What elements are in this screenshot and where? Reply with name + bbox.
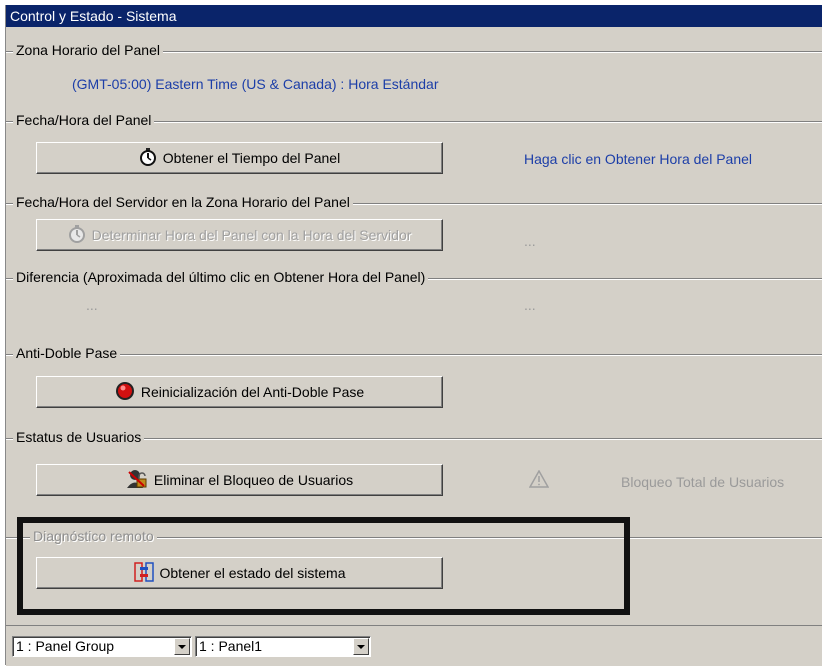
reset-anti-passback-label: Reinicialización del Anti-Doble Pase	[140, 384, 365, 400]
status-bar: 1 : Panel Group 1 : Panel1	[6, 625, 822, 666]
anti-passback-group-label: Anti-Doble Pase	[13, 345, 121, 361]
reset-anti-passback-button[interactable]: Reinicialización del Anti-Doble Pase	[36, 376, 443, 408]
server-time-value: ...	[524, 233, 536, 249]
panel-group-select[interactable]: 1 : Panel Group	[12, 636, 192, 657]
difference-group-label: Diferencia (Aproximada del último clic e…	[13, 269, 429, 285]
remote-diag-label-text: Diagnóstico remoto	[33, 528, 154, 544]
user-status-group-label: Estatus de Usuarios	[13, 429, 145, 445]
control-status-window: Control y Estado - Sistema Zona Horario …	[5, 5, 822, 666]
anti-passback-group-line	[6, 354, 822, 356]
set-panel-time-from-server-button[interactable]: Determinar Hora del Panel con la Hora de…	[36, 219, 443, 251]
window-title: Control y Estado - Sistema	[6, 5, 822, 27]
chevron-down-icon[interactable]	[353, 638, 369, 655]
set-panel-time-from-server-label: Determinar Hora del Panel con la Hora de…	[91, 227, 412, 243]
panel-value: 1 : Panel1	[199, 638, 263, 654]
user-unlock-icon	[126, 469, 148, 492]
get-system-status-button[interactable]: Obtener el estado del sistema	[36, 557, 443, 589]
timezone-value: (GMT-05:00) Eastern Time (US & Canada) :…	[72, 76, 439, 92]
get-panel-time-label: Obtener el Tiempo del Panel	[162, 150, 341, 166]
get-system-status-label: Obtener el estado del sistema	[159, 565, 346, 581]
remove-user-lock-button[interactable]: Eliminar el Bloqueo de Usuarios	[36, 464, 443, 496]
panel-time-hint: Haga clic en Obtener Hora del Panel	[524, 151, 753, 167]
panel-time-group-label: Fecha/Hora del Panel	[13, 112, 155, 128]
warning-triangle-icon	[528, 469, 550, 491]
red-button-icon	[115, 381, 135, 404]
difference-value-left: ...	[86, 297, 98, 313]
server-time-group-label: Fecha/Hora del Servidor en la Zona Horar…	[13, 194, 353, 210]
difference-value-right: ...	[524, 297, 536, 313]
timezone-group-label: Zona Horario del Panel	[13, 42, 163, 58]
remove-user-lock-label: Eliminar el Bloqueo de Usuarios	[153, 472, 354, 488]
user-lock-status: Bloqueo Total de Usuarios	[621, 474, 785, 490]
stopwatch-icon	[139, 147, 157, 169]
remote-diag-group-label: Diagnóstico remoto	[30, 528, 157, 544]
panel-group-value: 1 : Panel Group	[16, 638, 115, 654]
stopwatch-icon	[68, 224, 86, 246]
get-panel-time-button[interactable]: Obtener el Tiempo del Panel	[36, 142, 443, 174]
chevron-down-icon[interactable]	[174, 638, 190, 655]
panel-select[interactable]: 1 : Panel1	[195, 636, 371, 657]
diagnostic-icon	[133, 561, 154, 585]
